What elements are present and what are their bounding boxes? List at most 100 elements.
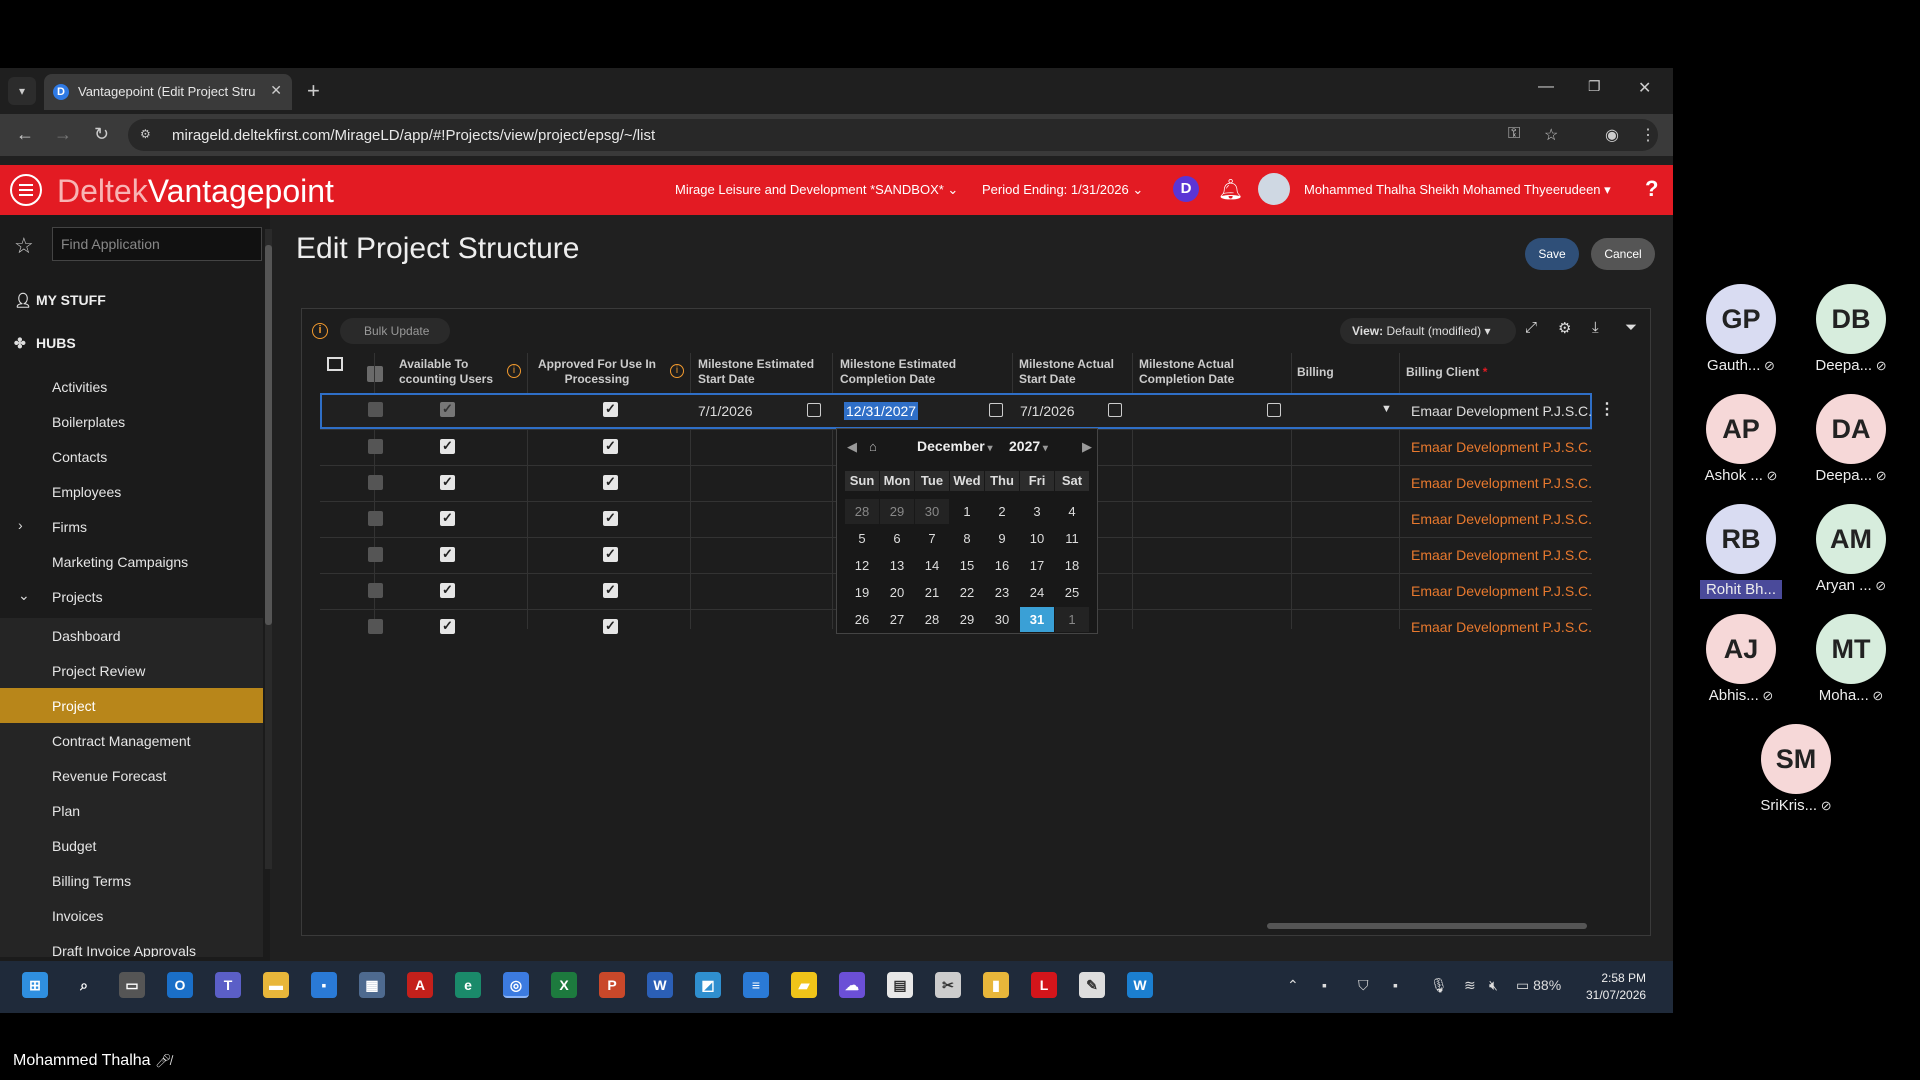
section-my-stuff[interactable]: 👤︎ MY STUFF	[14, 292, 106, 309]
billing-client-cell[interactable]: Emaar Development P.J.S.C.	[1411, 511, 1592, 527]
col-approved[interactable]: Approved For Use In Processing	[538, 357, 656, 387]
help-icon[interactable]: ?	[1645, 176, 1658, 202]
available-checkbox[interactable]	[440, 510, 455, 526]
next-month-icon[interactable]: ▶	[1082, 439, 1092, 455]
calendar-day[interactable]: 16	[985, 553, 1019, 578]
calendar-day[interactable]: 17	[1020, 553, 1054, 578]
approved-checkbox[interactable]	[603, 582, 618, 598]
calendar-icon[interactable]	[989, 403, 1003, 417]
sidebar-item-invoices[interactable]: Invoices	[0, 898, 263, 933]
billing-client-cell[interactable]: Emaar Development P.J.S.C.	[1411, 475, 1592, 491]
sidebar-item-boilerplates[interactable]: Boilerplates	[0, 404, 263, 439]
info-icon[interactable]: i	[312, 323, 328, 339]
calendar-day[interactable]: 4	[1055, 499, 1089, 524]
company-selector[interactable]: Mirage Leisure and Development *SANDBOX*…	[675, 182, 958, 198]
view-selector[interactable]: View: Default (modified) ▾	[1340, 318, 1516, 344]
save-button[interactable]: Save	[1525, 238, 1579, 270]
sidebar-item-project-review[interactable]: Project Review	[0, 653, 263, 688]
calendar-day[interactable]: 7	[915, 526, 949, 551]
calendar-day[interactable]: 26	[845, 607, 879, 632]
row-select-checkbox[interactable]	[368, 475, 383, 490]
calendar-day[interactable]: 9	[985, 526, 1019, 551]
back-arrow-icon[interactable]: ←	[16, 124, 34, 145]
sidebar-item-activities[interactable]: Activities	[0, 369, 263, 404]
participant-tile[interactable]: AM Aryan ... ⊘	[1806, 504, 1896, 594]
approved-checkbox[interactable]	[603, 401, 618, 417]
calendar-day[interactable]: 10	[1020, 526, 1054, 551]
calendar-icon[interactable]	[807, 403, 821, 417]
approved-checkbox[interactable]	[603, 474, 618, 490]
row-select-checkbox[interactable]	[368, 583, 383, 598]
calendar-day[interactable]: 1	[950, 499, 984, 524]
edge-icon[interactable]: e	[455, 972, 481, 998]
calendar-day[interactable]: 25	[1055, 580, 1089, 605]
calendar-day[interactable]: 29	[880, 499, 914, 524]
sidebar-item-budget[interactable]: Budget	[0, 828, 263, 863]
calendar-icon[interactable]	[1108, 403, 1122, 417]
calendar-day[interactable]: 8	[950, 526, 984, 551]
webex-icon[interactable]: W	[1127, 972, 1153, 998]
outlook-icon[interactable]: O	[167, 972, 193, 998]
row-select-checkbox[interactable]	[368, 402, 383, 417]
est-completion-input[interactable]: 12/31/2027	[844, 402, 919, 420]
sticky-notes-icon[interactable]: ▰	[791, 972, 817, 998]
prev-month-icon[interactable]: ◀	[847, 439, 857, 455]
participant-tile[interactable]: RB Rohit Bh...	[1696, 504, 1786, 599]
calendar-day[interactable]: 20	[880, 580, 914, 605]
settings-gear-icon[interactable]: ⚙	[1558, 319, 1571, 337]
sidebar-item-plan[interactable]: Plan	[0, 793, 263, 828]
file-explorer-icon[interactable]: ▬	[263, 972, 289, 998]
calendar-day[interactable]: 27	[880, 607, 914, 632]
calendar-day[interactable]: 6	[880, 526, 914, 551]
col-billing[interactable]: Billing	[1297, 365, 1334, 380]
sidebar-item-billing-terms[interactable]: Billing Terms	[0, 863, 263, 898]
sidebar-item-dashboard[interactable]: Dashboard	[0, 618, 263, 653]
tray-mic-muted-icon[interactable]: 🎙︎	[1430, 977, 1448, 994]
calendar-day[interactable]: 31	[1020, 607, 1054, 632]
row-select-checkbox[interactable]	[368, 547, 383, 562]
user-menu[interactable]: Mohammed Thalha Sheikh Mohamed Thyeerude…	[1304, 182, 1611, 198]
available-checkbox[interactable]	[440, 438, 455, 454]
sidebar-item-projects[interactable]: ⌄ Projects	[0, 579, 263, 614]
home-today-icon[interactable]: ⌂	[869, 439, 877, 454]
download-icon[interactable]: ⤓	[1592, 319, 1599, 336]
calendar-day[interactable]: 11	[1055, 526, 1089, 551]
participant-tile[interactable]: DB Deepa... ⊘	[1806, 284, 1896, 374]
tab-search-chevron-icon[interactable]: ▾	[8, 77, 36, 105]
wifi-icon[interactable]: ≋	[1464, 977, 1476, 994]
windows-start-icon[interactable]: ⊞	[22, 972, 48, 998]
l-app-icon[interactable]: L	[1031, 972, 1057, 998]
calendar-day[interactable]: 30	[985, 607, 1019, 632]
new-tab-plus-icon[interactable]: +	[307, 78, 320, 104]
sidebar-item-firms[interactable]: › Firms	[0, 509, 263, 544]
row-select-checkbox[interactable]	[368, 511, 383, 526]
snipping-icon[interactable]: ✂	[935, 972, 961, 998]
filter-icon[interactable]: ⏷	[1625, 319, 1637, 336]
d-badge-icon[interactable]: D	[1173, 176, 1199, 202]
chrome-icon[interactable]: ◎	[503, 972, 529, 998]
profile-icon[interactable]: ◉	[1605, 125, 1619, 145]
paint-icon[interactable]: ✎	[1079, 972, 1105, 998]
col-mil-act-start[interactable]: Milestone Actual Start Date	[1019, 357, 1114, 387]
site-info-icon[interactable]: ⚙	[140, 127, 156, 141]
close-tab-icon[interactable]: ✕	[270, 82, 282, 99]
sidebar-scroll-thumb[interactable]	[265, 245, 272, 625]
row-more-icon[interactable]: ⋮	[1599, 399, 1615, 419]
excel-icon[interactable]: X	[551, 972, 577, 998]
calendar-day[interactable]: 13	[880, 553, 914, 578]
approved-checkbox[interactable]	[603, 618, 618, 634]
browser-menu-icon[interactable]: ⋮	[1640, 125, 1656, 145]
calendar-day[interactable]: 29	[950, 607, 984, 632]
task-view-icon[interactable]: ▭	[119, 972, 145, 998]
tray-chevron-icon[interactable]: ⌃	[1287, 977, 1299, 994]
calendar-day[interactable]: 18	[1055, 553, 1089, 578]
calendar-day[interactable]: 15	[950, 553, 984, 578]
horizontal-scrollbar[interactable]	[1267, 923, 1587, 929]
calendar-day[interactable]: 22	[950, 580, 984, 605]
col-mil-act-completion[interactable]: Milestone Actual Completion Date	[1139, 357, 1234, 387]
calendar-day[interactable]: 23	[985, 580, 1019, 605]
find-application-input[interactable]: Find Application	[52, 227, 262, 261]
powerpoint-icon[interactable]: P	[599, 972, 625, 998]
participant-tile[interactable]: AJ Abhis... ⊘	[1696, 614, 1786, 704]
sidebar-item-contacts[interactable]: Contacts	[0, 439, 263, 474]
